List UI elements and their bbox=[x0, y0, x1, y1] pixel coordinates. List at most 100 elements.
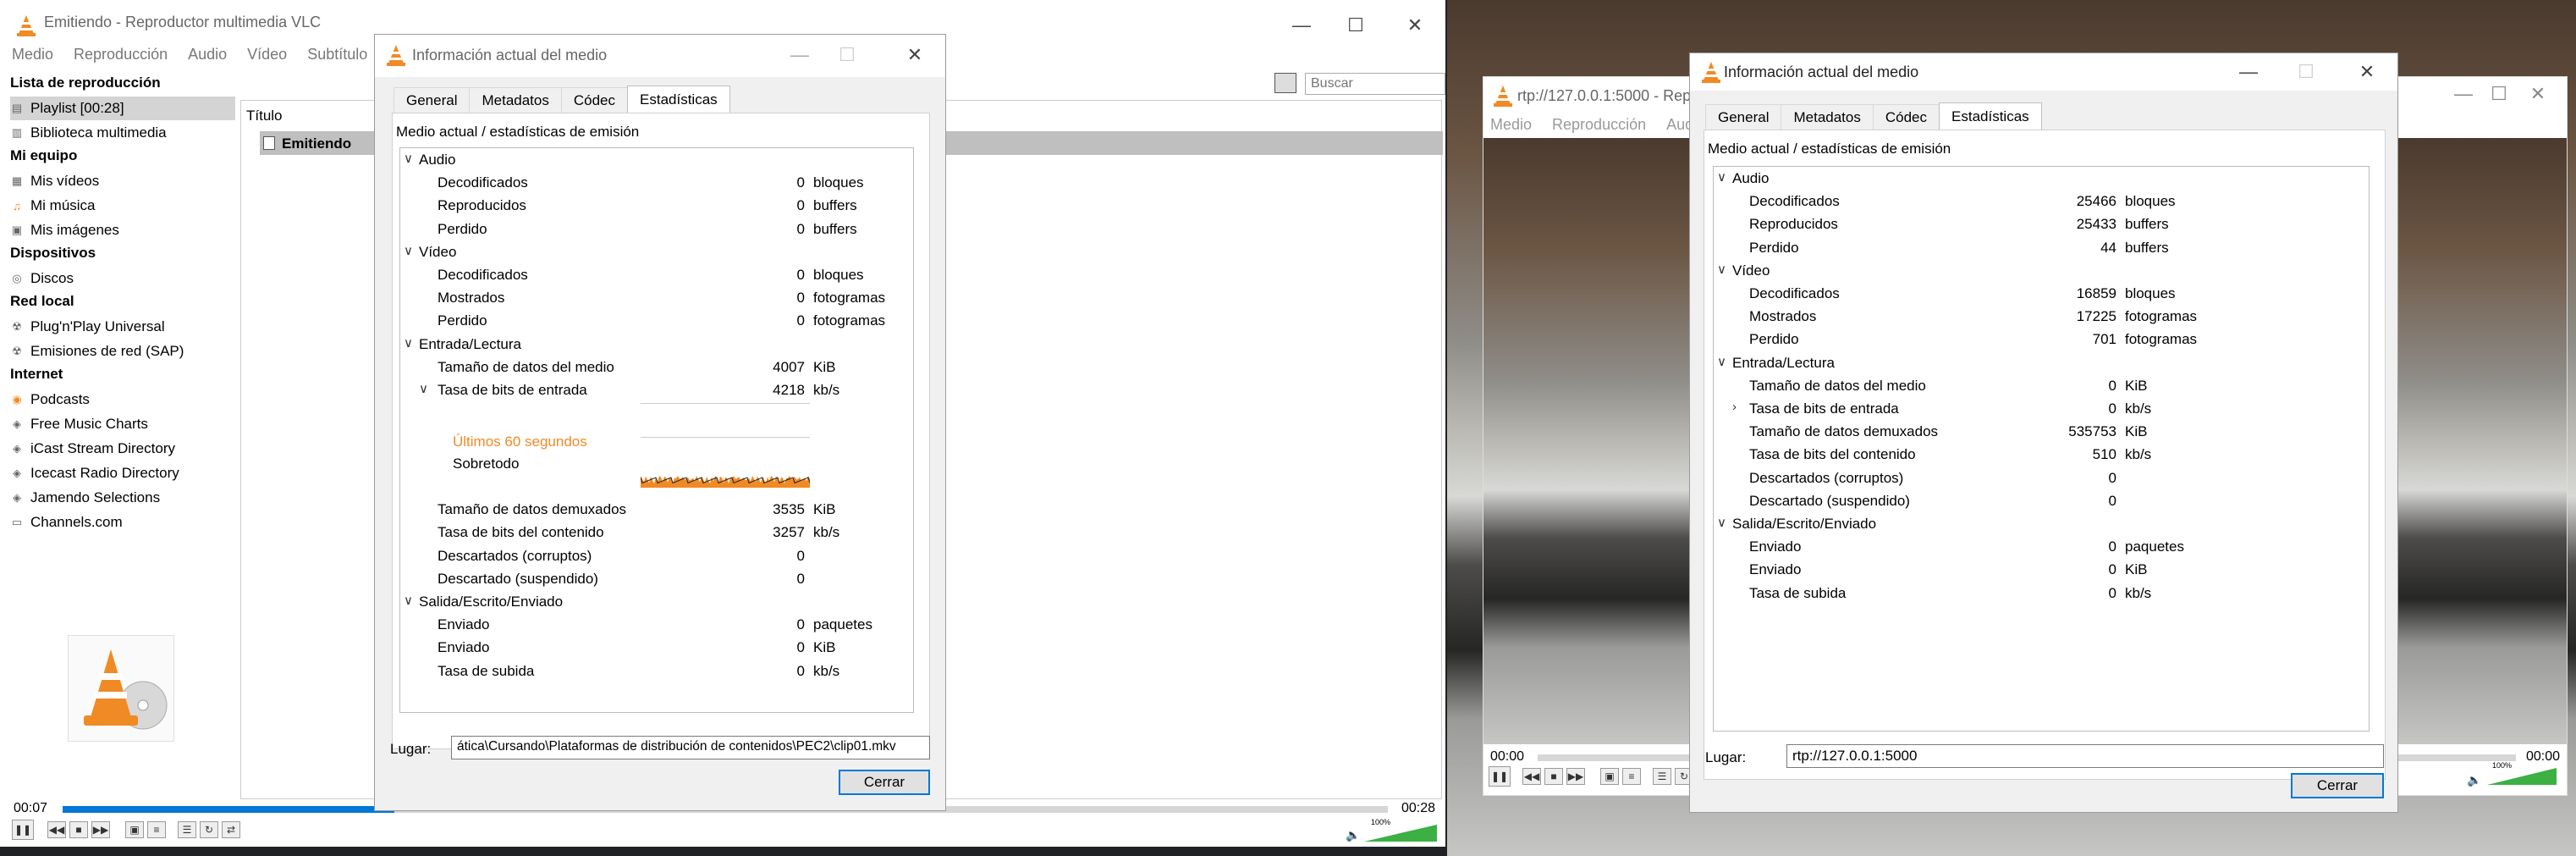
dialog-maximize-button[interactable]: ☐ bbox=[2291, 57, 2321, 87]
expand-chevron-icon[interactable]: ∨ bbox=[419, 381, 428, 396]
collapse-chevron-icon[interactable]: ∨ bbox=[404, 243, 413, 258]
menu-medio[interactable]: Medio bbox=[12, 46, 53, 64]
dialog-close-button[interactable]: ✕ bbox=[2352, 57, 2382, 87]
close-dialog-button[interactable]: Cerrar bbox=[839, 770, 930, 795]
stat-value: 0 bbox=[2108, 561, 2116, 578]
tab-códec[interactable]: Códec bbox=[1872, 104, 1940, 130]
location-field[interactable]: ática\Cursando\Plataformas de distribuci… bbox=[451, 736, 930, 759]
fullscreen-button[interactable]: ▣ bbox=[1600, 768, 1619, 785]
stat-unit: kb/s bbox=[813, 524, 840, 541]
close-button[interactable]: ✕ bbox=[1400, 10, 1430, 41]
menu-reproduccion[interactable]: Reproducción bbox=[74, 46, 168, 64]
sidebar-item-label: Podcasts bbox=[30, 391, 90, 407]
menu-reproduccion[interactable]: Reproducción bbox=[1552, 116, 1646, 134]
maximize-button[interactable]: ☐ bbox=[2484, 79, 2514, 109]
collapse-chevron-icon[interactable]: ∨ bbox=[404, 335, 413, 351]
close-button[interactable]: ✕ bbox=[2523, 79, 2553, 109]
speaker-icon[interactable]: 🔈 bbox=[2467, 773, 2481, 787]
sidebar-item[interactable]: ◈ Free Music Charts bbox=[10, 412, 235, 436]
stat-unit: fotogramas bbox=[2125, 308, 2198, 325]
dialog-titlebar[interactable]: Información actual del medio — ☐ ✕ bbox=[1690, 53, 2397, 91]
pause-button[interactable]: ❚❚ bbox=[12, 820, 34, 840]
tv-icon: ▭ bbox=[11, 516, 23, 528]
next-button[interactable]: ▶▶ bbox=[91, 821, 110, 838]
sidebar-item[interactable]: ▭ Channels.com bbox=[10, 511, 235, 534]
stat-unit: KiB bbox=[2125, 561, 2148, 578]
collapse-chevron-icon[interactable]: ∨ bbox=[404, 151, 413, 166]
sidebar-item[interactable]: ☢ Emisiones de red (SAP) bbox=[10, 340, 235, 363]
sidebar-item[interactable]: ▦ Mis vídeos bbox=[10, 169, 235, 193]
close-dialog-button[interactable]: Cerrar bbox=[2291, 773, 2384, 798]
radio-icon: ◈ bbox=[13, 442, 21, 455]
sidebar-item[interactable]: ☢ Plug'n'Play Universal bbox=[10, 315, 235, 339]
sidebar-item[interactable]: ◈ iCast Stream Directory bbox=[10, 437, 235, 461]
previous-button[interactable]: ◀◀ bbox=[1522, 768, 1541, 785]
collapse-chevron-icon[interactable]: ∨ bbox=[1717, 169, 1726, 185]
collapse-chevron-icon[interactable]: ∨ bbox=[1717, 262, 1726, 277]
playlist-button[interactable]: ☰ bbox=[1653, 768, 1671, 785]
playlist-button[interactable]: ☰ bbox=[178, 821, 196, 838]
fullscreen-button[interactable]: ▣ bbox=[125, 821, 144, 838]
maximize-button[interactable]: ☐ bbox=[1340, 10, 1371, 41]
tab-general[interactable]: General bbox=[394, 87, 471, 113]
location-field[interactable]: rtp://127.0.0.1:5000 bbox=[1786, 744, 2384, 768]
stat-unit: bloques bbox=[813, 174, 864, 191]
collapse-chevron-icon[interactable]: ∨ bbox=[404, 593, 413, 608]
sidebar-item[interactable]: ▣ Mis imágenes bbox=[10, 218, 235, 242]
dialog-minimize-button[interactable]: — bbox=[2233, 57, 2264, 87]
menu-subtitulo[interactable]: Subtítulo bbox=[307, 46, 367, 64]
minimize-button[interactable]: — bbox=[2448, 79, 2479, 109]
stats-panel: Medio actual / estadísticas de emisión ∨… bbox=[392, 113, 930, 749]
speaker-icon[interactable]: 🔈 bbox=[1346, 828, 1360, 842]
tab-códec[interactable]: Códec bbox=[560, 87, 629, 113]
stat-label: Vídeo bbox=[1732, 262, 1770, 279]
dialog-titlebar[interactable]: Información actual del medio — ☐ ✕ bbox=[375, 35, 945, 77]
stat-value: 0 bbox=[796, 290, 805, 307]
location-label: Lugar: bbox=[390, 741, 432, 757]
extended-settings-button[interactable]: ≡ bbox=[147, 821, 166, 838]
tab-general[interactable]: General bbox=[1705, 104, 1782, 130]
tab-metadatos[interactable]: Metadatos bbox=[469, 87, 562, 113]
sidebar-item[interactable]: ◈ Jamendo Selections bbox=[10, 486, 235, 510]
dialog-maximize-button[interactable]: ☐ bbox=[832, 40, 862, 70]
extended-settings-button[interactable]: ≡ bbox=[1622, 768, 1641, 785]
time-total: 00:28 bbox=[1401, 801, 1436, 815]
sidebar-item-label: Emisiones de red (SAP) bbox=[30, 343, 184, 359]
dialog-close-button[interactable]: ✕ bbox=[900, 40, 930, 70]
collapse-chevron-icon[interactable]: ∨ bbox=[1717, 354, 1726, 369]
sidebar-item[interactable]: ◎ Discos bbox=[10, 267, 235, 290]
volume-level: 100% bbox=[1371, 818, 1391, 826]
previous-button[interactable]: ◀◀ bbox=[47, 821, 66, 838]
expand-chevron-icon[interactable]: › bbox=[1732, 400, 1737, 414]
search-input[interactable] bbox=[1305, 73, 1445, 95]
image-icon: ▣ bbox=[11, 224, 23, 236]
vlc-cone-icon bbox=[1702, 62, 1720, 83]
shuffle-button[interactable]: ⇄ bbox=[222, 821, 240, 838]
playlist-column-title[interactable]: Título bbox=[246, 108, 283, 124]
sidebar-item[interactable]: ◉ Podcasts bbox=[10, 388, 235, 411]
pause-button[interactable]: ❚❚ bbox=[1489, 766, 1511, 787]
dialog-minimize-button[interactable]: — bbox=[784, 40, 815, 70]
collapse-chevron-icon[interactable]: ∨ bbox=[1717, 515, 1726, 530]
next-button[interactable]: ▶▶ bbox=[1566, 768, 1585, 785]
menu-video[interactable]: Vídeo bbox=[247, 46, 287, 64]
tab-estadísticas[interactable]: Estadísticas bbox=[627, 86, 730, 113]
stop-button[interactable]: ■ bbox=[69, 821, 88, 838]
loop-button[interactable]: ↻ bbox=[200, 821, 218, 838]
stat-label: Tamaño de datos demuxados bbox=[1749, 423, 1939, 440]
playlist-view-toggle[interactable] bbox=[1274, 73, 1296, 93]
sidebar-item[interactable]: ▥ Biblioteca multimedia bbox=[10, 121, 235, 145]
stats-tree[interactable]: ∨ Audio Decodificados 0 bloques Reproducidos 0… bbox=[399, 147, 914, 713]
tab-estadísticas[interactable]: Estadísticas bbox=[1939, 102, 2042, 130]
stats-tree[interactable]: ∨ Audio Decodificados 25466 bloques Reproduci… bbox=[1713, 166, 2370, 732]
tab-metadatos[interactable]: Metadatos bbox=[1781, 104, 1874, 130]
vlc-logo-icon bbox=[84, 649, 168, 730]
menu-medio[interactable]: Medio bbox=[1490, 116, 1532, 134]
minimize-button[interactable]: — bbox=[1286, 10, 1317, 41]
sidebar-item[interactable]: ◈ Icecast Radio Directory bbox=[10, 461, 235, 485]
sidebar-item[interactable]: ▤ Playlist [00:28] bbox=[10, 97, 235, 120]
menu-audio[interactable]: Audio bbox=[188, 46, 227, 64]
sidebar-item[interactable]: ♫ Mi música bbox=[10, 194, 235, 218]
stop-button[interactable]: ■ bbox=[1544, 768, 1563, 785]
stats-row: Enviado 0 paquetes bbox=[1714, 535, 2369, 558]
